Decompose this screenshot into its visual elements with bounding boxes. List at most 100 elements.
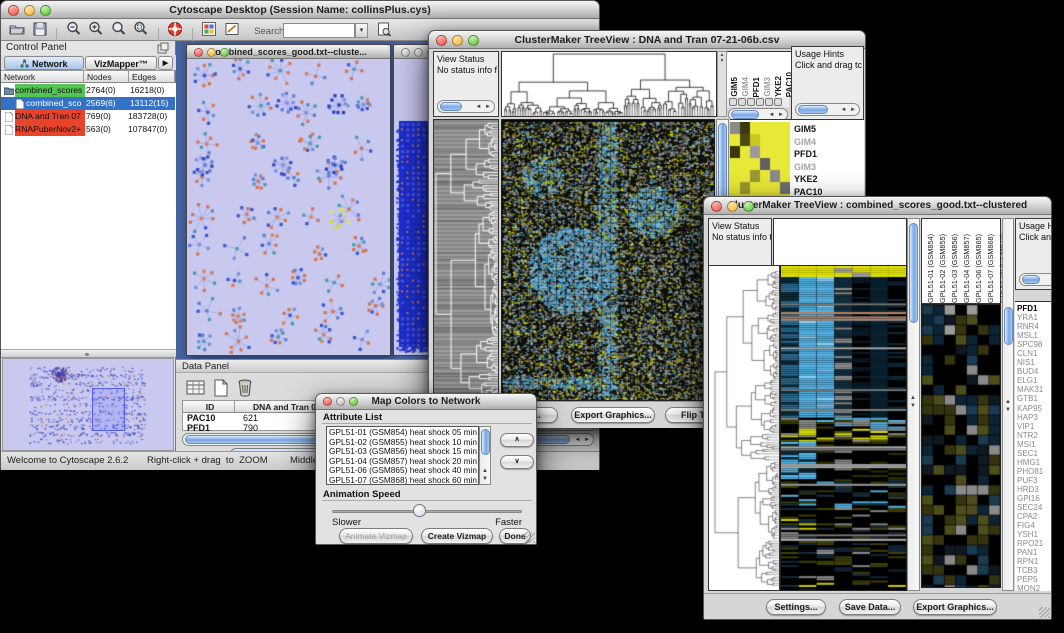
tv2-gene-label[interactable]: PEP5 [1017,575,1052,584]
zoom-button[interactable] [220,48,229,57]
settings-button[interactable]: Settings... [766,599,826,615]
scroll-arrows-icon[interactable]: ◄ ► [574,436,591,445]
overview-viewport[interactable] [92,388,125,431]
tv1-heatmap[interactable] [501,119,715,401]
tv2-gene-label[interactable]: PFD1 [1017,304,1052,313]
minimize-button[interactable] [452,35,463,46]
tv2-gene-label[interactable]: MON2 [1017,584,1052,591]
minimize-button[interactable] [727,201,738,212]
tv2-gene-label[interactable]: GTB1 [1017,394,1052,403]
network-overview[interactable] [2,358,174,451]
tv2-gene-label[interactable]: SEC24 [1017,503,1052,512]
scrollbar-thumb[interactable] [909,223,918,323]
tv1-gene-label[interactable]: YKE2 [794,173,822,186]
move-down-button[interactable]: ∨ [500,455,534,469]
tv1-column-label[interactable]: GIM3 [763,77,772,97]
tv2-gene-label[interactable]: YSH1 [1017,530,1052,539]
tab-network[interactable]: Network [4,56,84,70]
tv1-status-hscrollbar[interactable]: ◄ ► [437,100,495,113]
tv1-gene-label[interactable]: GIM5 [794,123,822,136]
tv1-row-dendrogram-canvas[interactable] [434,120,498,400]
tv2-gene-label[interactable]: FIG4 [1017,521,1052,530]
tv2-usage-hscrollbar[interactable] [1019,273,1052,286]
tv2-gene-label[interactable]: SPC98 [1017,340,1052,349]
tv2-column-label[interactable]: GPL51-03 (GSM856) [950,234,959,303]
attribute-list-item[interactable]: GPL51-07 (GSM868) heat shock 60 min [329,476,478,485]
tv1-column-dendrogram[interactable] [501,51,717,117]
scrollbar-thumb[interactable] [440,102,462,111]
scrollbar-thumb[interactable] [731,110,759,119]
minimize-button[interactable] [207,48,216,57]
tv1-column-dendrogram-canvas[interactable] [502,52,716,116]
attribute-list[interactable]: GPL51-01 (GSM854) heat shock 05 minGPL51… [326,426,479,485]
tree-tool-icon[interactable] [774,98,782,106]
delete-attribute-icon[interactable] [236,378,254,399]
export-graphics-button[interactable]: Export Graphics... [913,599,997,615]
tv1-gene-label[interactable]: GIM3 [794,161,822,174]
tv2-gene-label[interactable]: CPA2 [1017,512,1052,521]
resize-grip-icon[interactable] [1039,607,1050,618]
network-row-combined-scores[interactable]: combined_scores 2764(0) 16218(0) [1,84,175,97]
tv2-heatmap[interactable] [780,265,907,591]
tv2-gene-label[interactable]: HRD3 [1017,485,1052,494]
zoom-button[interactable] [468,35,479,46]
tv2-gene-label[interactable]: MSI1 [1017,440,1052,449]
table-cell-id[interactable]: PAC10 [187,414,215,423]
tv2-row-dendrogram[interactable] [708,265,780,591]
export-graphics-button[interactable]: Export Graphics... [571,407,655,423]
tv2-column-label[interactable]: GPL51-02 (GSM855) [938,234,947,303]
search-dropdown-icon[interactable]: ▾ [355,23,368,38]
tv1-heatmap-canvas[interactable] [502,120,714,400]
search-options-icon[interactable] [375,20,393,40]
tv2-heatmap-vscrollbar[interactable]: ▲ ▼ [907,218,920,591]
tree-tool-icon[interactable] [747,98,755,106]
close-button[interactable] [436,35,447,46]
tv2-gene-label[interactable]: HAP3 [1017,413,1052,422]
network-row-rnapuber[interactable]: RNAPuberNov2+ 563(0) 107847(0) [1,123,175,136]
attribute-table-icon[interactable] [186,379,206,399]
create-vizmap-button[interactable]: Create Vizmap [421,528,493,544]
tv2-gene-label[interactable]: MAK31 [1017,385,1052,394]
vizmapper-icon[interactable] [199,20,219,39]
tv2-gene-label[interactable]: RPO21 [1017,539,1052,548]
lifering-icon[interactable] [165,20,185,39]
attribute-list-vscrollbar[interactable]: ▲ ▼ [479,426,491,485]
tv2-gene-label[interactable]: BUD4 [1017,367,1052,376]
tv1-dendro-resize-strip[interactable]: ▲▼ [717,51,727,117]
close-button[interactable] [8,5,19,16]
tab-vizmapper[interactable]: VizMapper™ [85,56,157,70]
network-row-selected[interactable]: combined_sco 2569(6) 13112(15) [1,97,175,110]
table-cell-value[interactable]: 790 [243,424,258,433]
zoom-in-icon[interactable] [86,20,106,39]
tv1-gene-label[interactable]: GIM4 [794,136,822,149]
tv2-gene-label[interactable]: MSL1 [1017,331,1052,340]
open-session-icon[interactable] [7,20,27,39]
annotation-icon[interactable] [222,20,242,39]
zoom-fit-icon[interactable] [109,20,129,39]
save-session-icon[interactable] [30,20,50,39]
column-header-id[interactable]: ID [183,401,235,413]
network-view-canvas[interactable] [187,59,390,355]
network-view-titlebar[interactable]: combined_scores_good.txt--cluste... [187,45,390,59]
table-cell-value[interactable]: 621 [243,414,258,423]
tv2-gene-label[interactable]: PAN1 [1017,548,1052,557]
scroll-down-icon[interactable]: ▼ [1005,407,1011,414]
scroll-arrows-icon[interactable]: ◄ ► [840,106,857,115]
column-header-edges[interactable]: Edges [129,71,175,83]
scroll-up-icon[interactable]: ▲ [1005,399,1011,406]
tv2-gene-label[interactable]: RNR4 [1017,322,1052,331]
tv2-detail-heatmap[interactable] [921,304,1001,588]
scroll-up-icon[interactable]: ▲ [910,395,916,402]
tv2-gene-label[interactable]: SEC1 [1017,449,1052,458]
resize-grip-icon[interactable] [524,532,535,543]
tree-tool-icon[interactable] [756,98,764,106]
tv2-gene-label[interactable]: VIP1 [1017,422,1052,431]
speed-slider-track[interactable] [332,510,522,513]
tv2-column-dendrogram-area[interactable] [773,218,907,265]
zoom-selected-icon[interactable] [131,20,151,39]
new-attribute-icon[interactable] [212,379,230,399]
tv2-gene-label[interactable]: ELG1 [1017,376,1052,385]
tv2-gene-label[interactable]: GPI16 [1017,494,1052,503]
column-header-nodes[interactable]: Nodes [84,71,129,83]
tree-tool-icon[interactable] [729,98,737,106]
